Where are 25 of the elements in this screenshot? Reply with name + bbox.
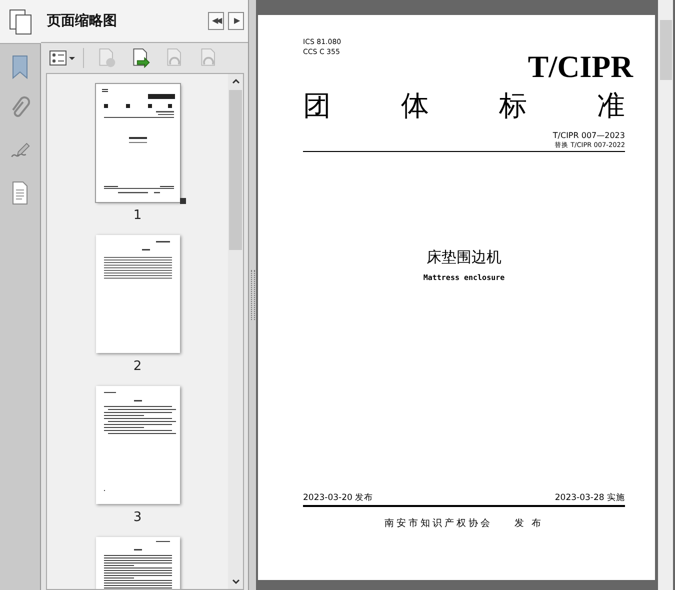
page-number: 3 [133,510,142,525]
nav-button[interactable]: ▶ [228,12,244,30]
pages-icon[interactable] [8,8,32,34]
page-thumbnail[interactable] [96,84,180,202]
standard-number: T/CIPR 007—2023 [552,131,625,140]
publish-label: 发 布 [514,517,544,530]
document-title: 床垫围边机 [426,248,502,267]
panel-title: 页面缩略图 [47,12,118,30]
page-thumbnail[interactable] [96,386,180,504]
heading-character: 团 [303,88,331,124]
page-thumbnail[interactable] [96,235,180,353]
heading-character: 标 [499,88,527,124]
heading-character: 体 [401,88,429,124]
issue-date: 2023-03-20 发布 [303,492,374,504]
page-number: 1 [133,208,142,223]
standard-logo: T/CIPR [528,49,633,85]
document-icon[interactable] [10,180,30,206]
heading-character: 准 [597,88,625,124]
publisher: 南安市知识产权协会 [384,517,492,530]
options-dropdown-icon[interactable] [49,48,77,68]
page-number: 2 [133,359,142,374]
scrollbar[interactable] [658,0,673,590]
nav-button[interactable]: ◀◀ [208,12,224,30]
effective-date: 2023-03-28 实施 [554,492,625,504]
scrollbar[interactable] [228,74,243,589]
